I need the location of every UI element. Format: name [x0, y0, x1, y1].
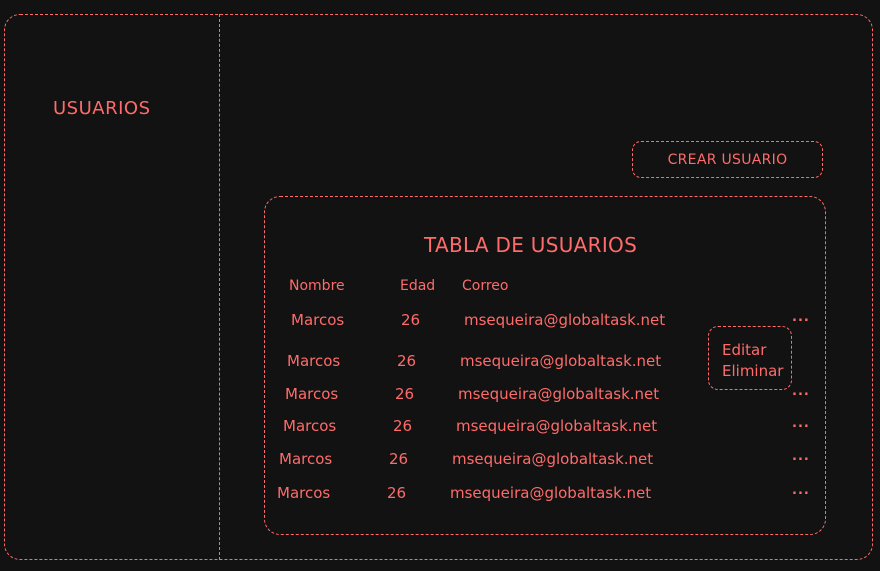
- row-actions-button[interactable]: ...: [792, 483, 810, 498]
- cell-correo: msequeira@globaltask.net: [464, 311, 666, 329]
- column-header-nombre: Nombre: [289, 278, 345, 294]
- row-action-menu: Editar Eliminar: [708, 326, 792, 390]
- cell-correo: msequeira@globaltask.net: [452, 450, 654, 468]
- cell-edad: 26: [389, 450, 409, 468]
- cell-edad: 26: [393, 417, 413, 435]
- create-user-button[interactable]: CREAR USUARIO: [632, 141, 823, 178]
- cell-nombre: Marcos: [287, 352, 341, 370]
- cell-edad: 26: [401, 311, 421, 329]
- column-header-edad: Edad: [400, 278, 436, 294]
- cell-nombre: Marcos: [291, 311, 345, 329]
- cell-correo: msequeira@globaltask.net: [456, 417, 658, 435]
- sidebar-divider: [219, 14, 220, 560]
- row-actions-button[interactable]: ...: [792, 310, 810, 325]
- cell-nombre: Marcos: [279, 450, 333, 468]
- column-header-correo: Correo: [462, 278, 509, 294]
- cell-nombre: Marcos: [277, 484, 331, 502]
- cell-edad: 26: [387, 484, 407, 502]
- cell-edad: 26: [397, 352, 417, 370]
- cell-edad: 26: [395, 385, 415, 403]
- cell-nombre: Marcos: [285, 385, 339, 403]
- sidebar-item-usuarios[interactable]: USUARIOS: [53, 98, 151, 119]
- cell-correo: msequeira@globaltask.net: [458, 385, 660, 403]
- cell-nombre: Marcos: [283, 417, 337, 435]
- cell-correo: msequeira@globaltask.net: [460, 352, 662, 370]
- row-actions-button[interactable]: ...: [792, 449, 810, 464]
- cell-correo: msequeira@globaltask.net: [450, 484, 652, 502]
- row-actions-button[interactable]: ...: [792, 416, 810, 431]
- edit-menu-item[interactable]: Editar: [722, 340, 791, 361]
- row-actions-button[interactable]: ...: [792, 384, 810, 399]
- delete-menu-item[interactable]: Eliminar: [722, 361, 791, 382]
- table-title: TABLA DE USUARIOS: [424, 233, 638, 257]
